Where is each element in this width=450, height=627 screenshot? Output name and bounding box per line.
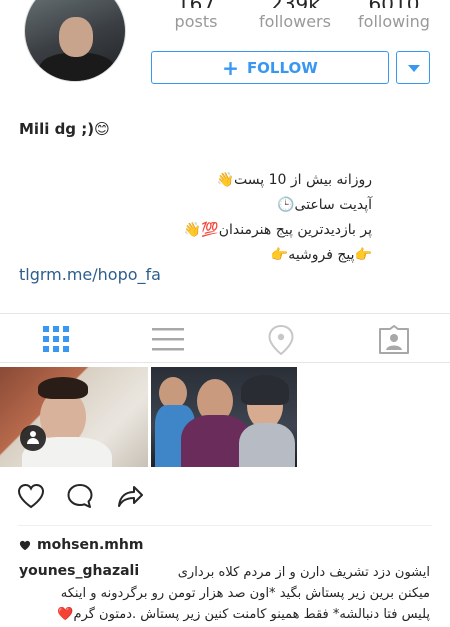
heart-icon[interactable] — [17, 483, 45, 513]
profile-link[interactable]: tlgrm.me/hopo_fa — [19, 265, 161, 284]
photo-woman-hair — [241, 375, 289, 405]
bio-line: آپدیت ساعتی🕒 — [277, 197, 372, 213]
profile-view-tabs — [0, 313, 450, 363]
tagged-photos-icon[interactable] — [378, 325, 410, 359]
grid-photo[interactable] — [0, 367, 148, 467]
photo-woman-coat — [239, 423, 295, 467]
post-likes[interactable]: mohsen.mhm — [19, 537, 143, 553]
bio-line: 👉پیج فروشیه👉 — [270, 247, 372, 263]
caption-line: ایشون دزد تشریف دارن و از مردم کلاه بردا… — [177, 565, 430, 580]
post-caption: ایشون دزد تشریف دارن و از مردم کلاه بردا… — [16, 562, 430, 625]
grid-photo-empty — [300, 367, 450, 467]
post-actions — [0, 480, 450, 512]
stat-following-label: following — [358, 12, 430, 31]
comment-icon[interactable] — [66, 483, 94, 513]
location-pin-icon[interactable] — [268, 324, 294, 359]
avatar-face — [59, 17, 93, 57]
user-body-icon — [27, 438, 39, 444]
photo-person-hair — [38, 377, 88, 399]
suggested-dropdown-button[interactable] — [396, 51, 430, 84]
grid-icon[interactable] — [42, 325, 70, 357]
chevron-down-icon — [408, 65, 420, 72]
grid-photo[interactable] — [151, 367, 297, 467]
bio-line: پر بازدیدترین پیج هنرمندان💯👋 — [183, 222, 372, 238]
caption-line: پلیس فتا دنبالشه* فقط همینو کامنت کنین ز… — [57, 607, 430, 622]
stat-following[interactable]: 6010 following — [348, 0, 440, 31]
bio-line: روزانه بیش از 10 پست👋 — [216, 172, 372, 188]
list-icon[interactable] — [152, 325, 184, 357]
heart-filled-icon — [19, 540, 31, 550]
profile-avatar — [24, 0, 126, 82]
avatar-shirt — [39, 53, 115, 81]
stat-followers-label: followers — [259, 12, 331, 31]
plus-icon: + — [222, 55, 239, 80]
profile-bio: روزانه بیش از 10 پست👋 آپدیت ساعتی🕒 پر با… — [184, 168, 372, 268]
follow-button-label: FOLLOW — [246, 58, 318, 77]
stat-followers-value: 239k — [249, 0, 341, 8]
likes-username[interactable]: mohsen.mhm — [37, 537, 143, 553]
divider — [18, 525, 432, 526]
stat-posts-label: posts — [174, 12, 218, 31]
profile-stats: 167 posts 239k followers 6010 following — [150, 0, 440, 31]
stat-followers[interactable]: 239k followers — [249, 0, 341, 31]
stat-following-value: 6010 — [348, 0, 440, 8]
profile-name: Mili dg ;)😊 — [19, 120, 110, 138]
share-arrow-icon[interactable] — [116, 484, 144, 512]
caption-line: میکنن برین زیر پستاش بگید *اون صد هزار ت… — [60, 586, 430, 601]
stat-posts-value: 167 — [150, 0, 242, 8]
follow-button[interactable]: + FOLLOW — [151, 51, 389, 84]
tagged-user-badge[interactable] — [20, 425, 46, 451]
user-head-icon — [30, 431, 36, 437]
stat-posts[interactable]: 167 posts — [150, 0, 242, 31]
